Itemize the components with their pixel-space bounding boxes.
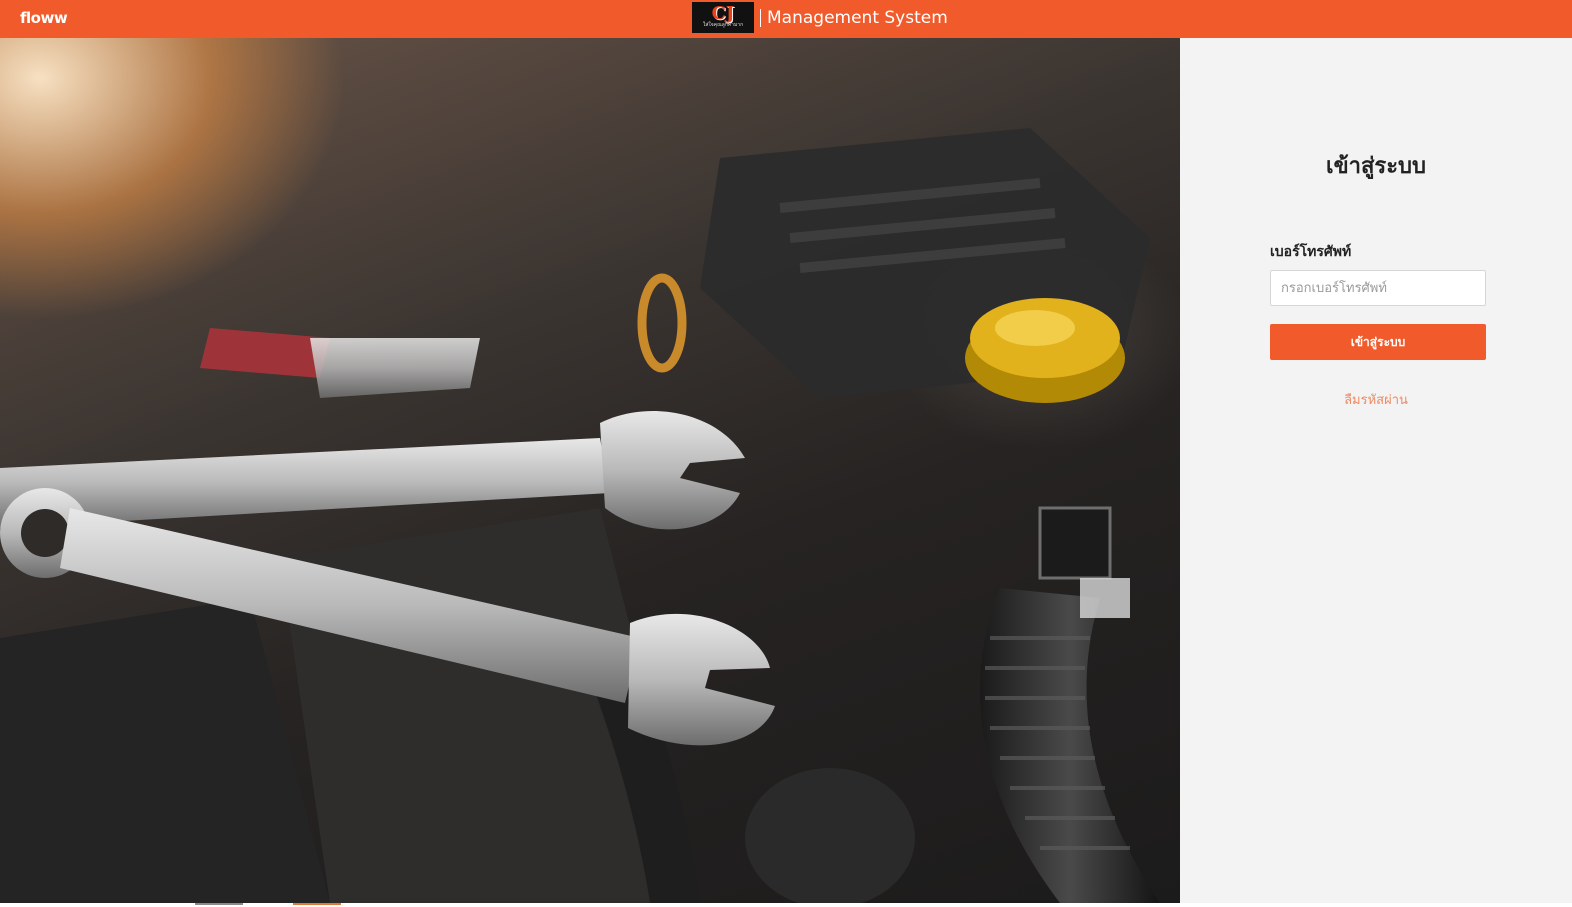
logo-subtext: ใส่ใจคุณลูกค้ามาก: [702, 22, 744, 28]
engine-block: [0, 598, 330, 903]
bottom-mark-orange: [293, 903, 341, 905]
upper-wrench: [0, 410, 745, 530]
system-title: Management System: [767, 7, 948, 28]
login-title: เข้าสู่ระบบ: [1326, 154, 1426, 179]
hero-image: [0, 38, 1180, 903]
phone-input[interactable]: [1270, 270, 1486, 306]
logo-mark: CJ: [711, 3, 735, 24]
forgot-password-link[interactable]: ลืมรหัสผ่าน: [1180, 389, 1572, 410]
connector-clip: [1080, 578, 1130, 618]
company-logo: CJ ใส่ใจคุณลูกค้ามาก: [692, 2, 754, 33]
oil-cap: [965, 298, 1125, 403]
pliers-jaw: [310, 338, 480, 398]
header-divider: [760, 8, 761, 27]
dipstick-ring: [637, 273, 687, 373]
login-panel: เข้าสู่ระบบ เบอร์โทรศัพท์ เข้าสู่ระบบ ลื…: [1180, 38, 1572, 903]
engine-illustration: [0, 128, 1160, 903]
phone-label: เบอร์โทรศัพท์: [1270, 244, 1352, 260]
login-button[interactable]: เข้าสู่ระบบ: [1270, 324, 1486, 360]
connector-block: [1038, 506, 1112, 580]
pliers-handle: [200, 328, 330, 378]
header-title-group: CJ ใส่ใจคุณลูกค้ามาก Management System: [692, 1, 948, 34]
top-bar: floww CJ ใส่ใจคุณลูกค้ามาก Management Sy…: [0, 0, 1572, 38]
bottom-mark-grey: [195, 903, 243, 905]
engine-dome: [745, 768, 915, 903]
ribbed-hose-right: [980, 588, 1160, 903]
brand-name[interactable]: floww: [20, 9, 68, 27]
